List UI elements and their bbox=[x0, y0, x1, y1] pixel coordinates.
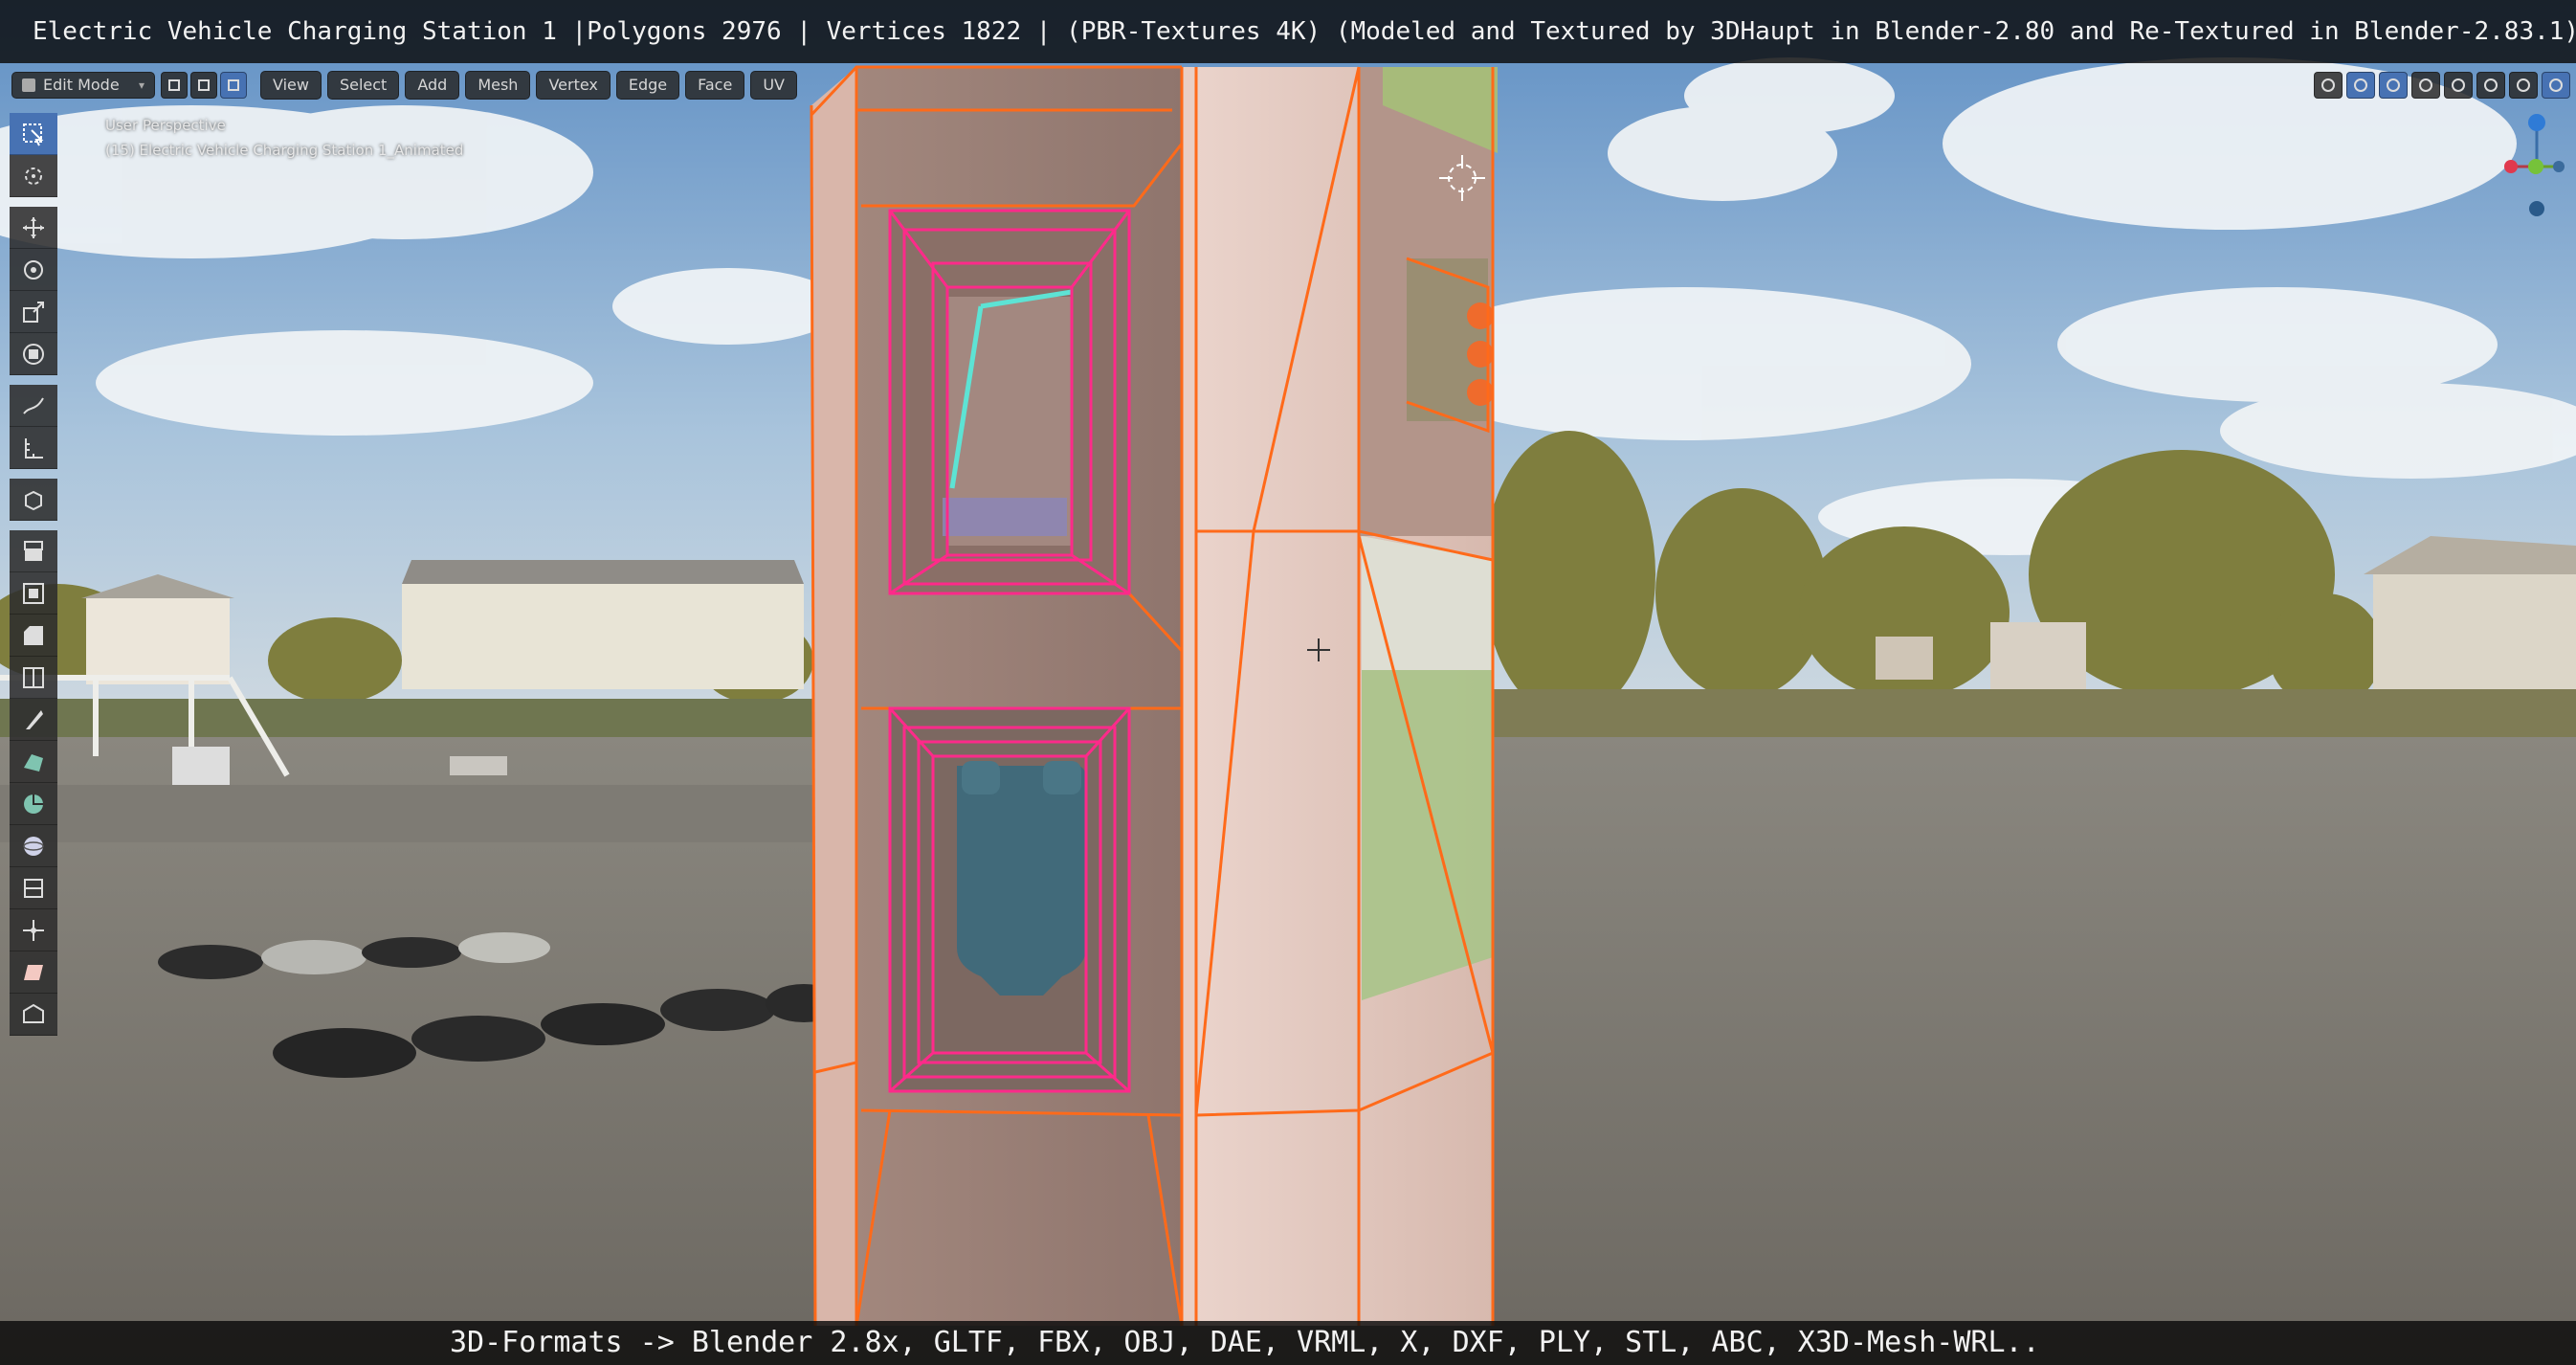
menu-edge[interactable]: Edge bbox=[615, 71, 680, 100]
edge-select-icon bbox=[198, 79, 210, 91]
edge-slide-icon bbox=[24, 878, 43, 898]
xray-icon bbox=[2419, 78, 2432, 92]
move-icon bbox=[23, 216, 44, 238]
edit-mode-icon bbox=[22, 78, 35, 92]
add-cube-icon bbox=[25, 490, 42, 510]
viewport-info: User Perspective (15) Electric Vehicle C… bbox=[105, 113, 463, 163]
shrink-fatten-tool[interactable] bbox=[10, 909, 57, 951]
chevron-down-icon: ▾ bbox=[138, 78, 144, 92]
viewport-header-right bbox=[2314, 69, 2576, 101]
wireframe-shading-icon bbox=[2452, 78, 2465, 92]
solid-shading-icon bbox=[2484, 78, 2498, 92]
perspective-label: User Perspective bbox=[105, 117, 226, 134]
menu-face[interactable]: Face bbox=[685, 71, 745, 100]
z-axis-icon[interactable] bbox=[2528, 114, 2545, 131]
menu-view[interactable]: View bbox=[260, 71, 322, 100]
menu-uv[interactable]: UV bbox=[750, 71, 797, 100]
loop-cut-tool[interactable] bbox=[10, 657, 57, 699]
inset-faces-tool[interactable] bbox=[10, 572, 57, 615]
menu-add[interactable]: Add bbox=[405, 71, 460, 100]
title-banner: Electric Vehicle Charging Station 1 |Pol… bbox=[0, 0, 2576, 63]
shrink-fatten-icon bbox=[23, 919, 44, 941]
visibility-button[interactable] bbox=[2314, 72, 2343, 99]
gizmo-toggle-button[interactable] bbox=[2346, 72, 2375, 99]
bottom-banner: 3D-Formats -> Blender 2.8x, GLTF, FBX, O… bbox=[0, 1321, 2576, 1365]
extrude-region-tool[interactable] bbox=[10, 530, 57, 572]
menu-vertex[interactable]: Vertex bbox=[536, 71, 611, 100]
object-label: (15) Electric Vehicle Charging Station 1… bbox=[105, 142, 464, 159]
add-cube-tool[interactable] bbox=[10, 479, 57, 521]
rip-region-tool[interactable] bbox=[10, 994, 57, 1036]
mode-label: Edit Mode bbox=[43, 76, 120, 94]
face-select-icon bbox=[228, 79, 239, 91]
tool-shelf bbox=[10, 113, 57, 1089]
mode-selector[interactable]: Edit Mode ▾ bbox=[11, 72, 155, 99]
poly-build-icon bbox=[24, 753, 43, 772]
measure-icon bbox=[25, 437, 43, 459]
overlay-icon bbox=[2387, 78, 2400, 92]
scene-render bbox=[0, 0, 2576, 1365]
xray-toggle-button[interactable] bbox=[2411, 72, 2440, 99]
eye-icon bbox=[2321, 78, 2335, 92]
shading-material-button[interactable] bbox=[2509, 72, 2538, 99]
rendered-shading-icon bbox=[2549, 78, 2563, 92]
poly-build-tool[interactable] bbox=[10, 741, 57, 783]
knife-tool[interactable] bbox=[10, 699, 57, 741]
scale-tool[interactable] bbox=[10, 291, 57, 333]
measure-tool[interactable] bbox=[10, 427, 57, 469]
navigation-gizmo[interactable] bbox=[2498, 105, 2576, 220]
move-tool[interactable] bbox=[10, 207, 57, 249]
vertex-select-button[interactable] bbox=[161, 72, 188, 99]
rotate-icon bbox=[24, 259, 43, 280]
shading-wireframe-button[interactable] bbox=[2444, 72, 2473, 99]
neg-y-axis-icon[interactable] bbox=[2553, 161, 2565, 172]
edge-slide-tool[interactable] bbox=[10, 867, 57, 909]
rip-region-icon bbox=[23, 1003, 44, 1023]
smooth-icon bbox=[23, 836, 44, 856]
overlay-toggle-button[interactable] bbox=[2379, 72, 2408, 99]
bevel-tool[interactable] bbox=[10, 615, 57, 657]
charging-station-model bbox=[810, 65, 1498, 1327]
material-shading-icon bbox=[2517, 78, 2530, 92]
menu-select[interactable]: Select bbox=[326, 71, 400, 100]
transform-tool[interactable] bbox=[10, 333, 57, 375]
annotate-icon bbox=[23, 396, 44, 414]
x-axis-icon[interactable] bbox=[2504, 160, 2518, 173]
spin-tool[interactable] bbox=[10, 783, 57, 825]
cursor-icon bbox=[25, 167, 42, 185]
loop-cut-icon bbox=[23, 666, 44, 688]
inset-faces-icon bbox=[23, 582, 44, 604]
select-box-tool[interactable] bbox=[10, 113, 57, 155]
select-box-icon bbox=[23, 123, 44, 145]
knife-icon bbox=[26, 709, 43, 729]
annotate-tool[interactable] bbox=[10, 385, 57, 427]
vertex-select-icon bbox=[168, 79, 180, 91]
transform-icon bbox=[23, 343, 44, 365]
bevel-icon bbox=[24, 625, 43, 645]
cursor-tool[interactable] bbox=[10, 155, 57, 197]
shear-tool[interactable] bbox=[10, 951, 57, 994]
viewport[interactable]: Electric Vehicle Charging Station 1 |Pol… bbox=[0, 0, 2576, 1365]
shading-rendered-button[interactable] bbox=[2542, 72, 2570, 99]
face-select-button[interactable] bbox=[220, 72, 247, 99]
viewport-header: Edit Mode ▾ View Select Add Mesh Vertex … bbox=[0, 67, 2576, 103]
extrude-region-icon bbox=[24, 540, 43, 561]
shading-solid-button[interactable] bbox=[2476, 72, 2505, 99]
shear-icon bbox=[24, 964, 43, 980]
scale-icon bbox=[23, 301, 44, 323]
edge-select-button[interactable] bbox=[190, 72, 217, 99]
gizmo-icon bbox=[2354, 78, 2367, 92]
y-axis-icon[interactable] bbox=[2528, 159, 2543, 174]
select-mode-group bbox=[161, 72, 247, 99]
neg-z-axis-icon[interactable] bbox=[2529, 201, 2544, 216]
menu-mesh[interactable]: Mesh bbox=[465, 71, 531, 100]
spin-icon bbox=[24, 794, 43, 814]
rotate-tool[interactable] bbox=[10, 249, 57, 291]
smooth-tool[interactable] bbox=[10, 825, 57, 867]
